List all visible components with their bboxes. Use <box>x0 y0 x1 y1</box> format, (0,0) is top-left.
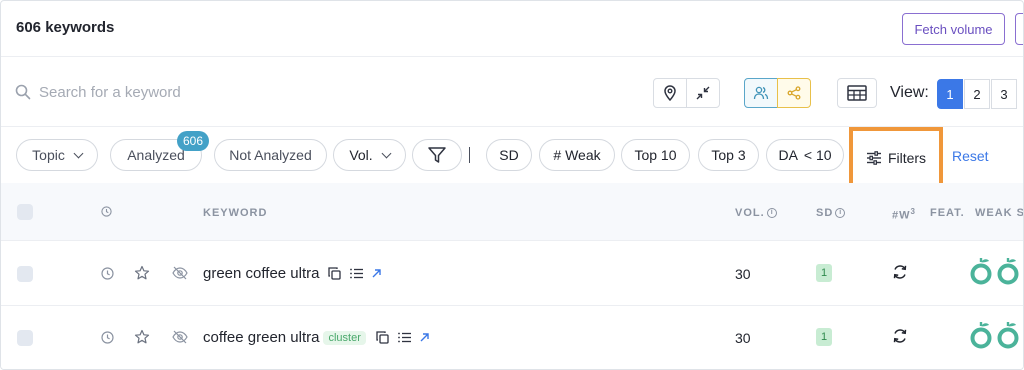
row-checkbox[interactable] <box>17 330 33 346</box>
weak-filter-label: # Weak <box>553 147 601 163</box>
filter-divider <box>469 147 470 163</box>
weak-sites-icons <box>969 320 1020 350</box>
people-view-button[interactable] <box>744 78 778 108</box>
not-analyzed-filter-label: Not Analyzed <box>229 147 312 163</box>
select-all-checkbox[interactable] <box>17 204 33 220</box>
weak-site-icon[interactable] <box>996 320 1020 350</box>
info-icon: i <box>835 208 846 219</box>
search-toolbar: View: 1 2 3 <box>1 57 1023 127</box>
location-button[interactable] <box>653 78 687 108</box>
row-checkbox[interactable] <box>17 266 33 282</box>
weak-site-icon[interactable] <box>969 320 993 350</box>
top10-filter-label: Top 10 <box>634 147 677 163</box>
share-view-button[interactable] <box>777 78 811 108</box>
not-analyzed-filter[interactable]: Not Analyzed <box>214 139 327 171</box>
topic-filter-dropdown[interactable]: Topic <box>16 139 98 171</box>
share-nodes-icon <box>787 86 801 100</box>
eye-off-icon[interactable] <box>172 330 188 344</box>
list-icon[interactable] <box>398 332 412 343</box>
sd-column-label: SD <box>816 207 834 219</box>
volume-cell: 30 <box>735 330 751 346</box>
refresh-icon[interactable] <box>892 264 908 280</box>
filters-button-label: Filters <box>887 150 927 166</box>
keyword-text[interactable]: coffee green ultra <box>203 329 319 346</box>
analyzed-filter-label: Analyzed <box>127 147 185 163</box>
sd-badge: 1 <box>816 328 832 346</box>
keyword-cell: green coffee ultra <box>203 265 381 282</box>
copy-icon[interactable] <box>376 331 389 344</box>
reset-link[interactable]: Reset <box>952 148 989 164</box>
copy-icon[interactable] <box>328 267 341 280</box>
search-input[interactable] <box>39 79 439 105</box>
location-pin-icon <box>664 85 676 101</box>
sd-badge: 1 <box>816 264 832 282</box>
cluster-tag: cluster <box>323 331 366 345</box>
history-icon[interactable] <box>101 331 114 344</box>
weak-count-column-label: #W <box>892 209 911 222</box>
volume-filter-dropdown[interactable]: Vol. <box>333 139 406 171</box>
external-link-icon[interactable] <box>420 333 430 342</box>
keyword-cell: coffee green ultra cluster <box>203 329 430 346</box>
weak-sites-column-header[interactable]: WEAK SI <box>975 207 1023 219</box>
volume-cell: 30 <box>735 266 751 282</box>
funnel-filter-button[interactable] <box>412 139 462 171</box>
keywords-panel: 606 keywords Fetch volume Search for a k… <box>0 0 1024 370</box>
chevron-down-icon <box>73 148 84 158</box>
weak-filter[interactable]: # Weak <box>539 139 615 171</box>
collapse-button[interactable] <box>686 78 720 108</box>
sd-filter[interactable]: SD <box>486 139 532 171</box>
topic-filter-label: Topic <box>32 147 65 163</box>
view-option-2[interactable]: 2 <box>964 79 990 109</box>
search-icon <box>15 84 31 100</box>
filter-bar: Topic Analyzed 606 Not Analyzed Vol. SD … <box>1 127 1023 189</box>
table-view-button[interactable] <box>837 78 877 108</box>
table-row[interactable]: coffee green ultra cluster 30 1 <box>1 306 1023 369</box>
sliders-icon <box>866 151 881 165</box>
fetch-volume-button[interactable]: Fetch volume <box>902 13 1005 45</box>
refresh-icon[interactable] <box>892 328 908 344</box>
da-filter-operator: < 10 <box>803 147 832 163</box>
table-row[interactable]: green coffee ultra 30 1 <box>1 242 1023 306</box>
clock-icon <box>101 206 112 217</box>
star-icon[interactable] <box>134 329 150 345</box>
weak-sites-icons <box>969 256 1020 286</box>
keyword-text[interactable]: green coffee ultra <box>203 265 319 282</box>
view-option-3[interactable]: 3 <box>991 79 1017 109</box>
history-icon[interactable] <box>101 267 114 280</box>
sd-column-header[interactable]: SD i <box>816 207 846 219</box>
top3-filter-label: Top 3 <box>711 147 746 163</box>
da-filter-label: DA <box>778 147 798 163</box>
panel-header: 606 keywords Fetch volume <box>1 1 1023 57</box>
secondary-header-button[interactable] <box>1015 13 1023 45</box>
info-icon: i <box>766 208 777 219</box>
table-header: KEYWORD VOL. i SD i #W3 FEAT. WEAK SI <box>1 183 1023 241</box>
keyword-count: 606 keywords <box>16 19 115 36</box>
volume-column-label: VOL. <box>735 207 765 219</box>
weak-site-icon[interactable] <box>996 256 1020 286</box>
weak-site-icon[interactable] <box>969 256 993 286</box>
da-filter[interactable]: DA < 10 <box>766 139 844 171</box>
view-label: View: <box>890 84 929 101</box>
people-icon <box>753 86 769 100</box>
eye-off-icon[interactable] <box>172 266 188 280</box>
chevron-down-icon <box>381 148 392 158</box>
analyzed-count-badge: 606 <box>177 131 209 151</box>
external-link-icon[interactable] <box>372 269 381 278</box>
volume-column-header[interactable]: VOL. i <box>735 207 777 219</box>
view-option-1[interactable]: 1 <box>937 79 963 109</box>
features-column-header[interactable]: FEAT. <box>930 207 965 219</box>
volume-filter-label: Vol. <box>349 147 373 163</box>
weak-count-column-header[interactable]: #W3 <box>892 207 916 222</box>
collapse-arrows-icon <box>696 86 710 100</box>
star-icon[interactable] <box>134 265 150 281</box>
sd-filter-label: SD <box>499 147 519 163</box>
weak-count-superscript: 3 <box>910 207 916 216</box>
funnel-icon <box>428 147 446 163</box>
keyword-column-header[interactable]: KEYWORD <box>203 207 267 219</box>
top10-filter[interactable]: Top 10 <box>621 139 690 171</box>
filters-button[interactable]: Filters <box>849 127 943 189</box>
list-icon[interactable] <box>349 268 363 279</box>
top3-filter[interactable]: Top 3 <box>698 139 759 171</box>
table-icon <box>847 85 867 101</box>
